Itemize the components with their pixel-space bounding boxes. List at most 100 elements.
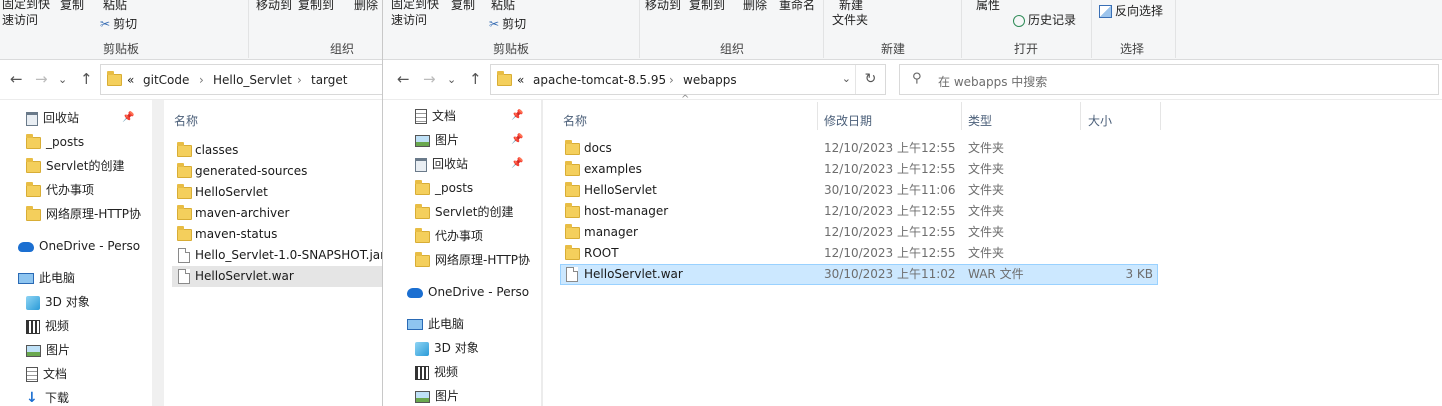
rename-button[interactable]: 重命名 <box>779 0 815 13</box>
list-item[interactable]: classes <box>172 140 384 161</box>
pin-quick-access-button[interactable]: 固定到快 速访问 <box>391 0 439 28</box>
column-divider[interactable] <box>1160 102 1161 130</box>
refresh-icon[interactable]: ↻ <box>855 65 885 94</box>
copy-button[interactable]: 复制 <box>451 0 475 13</box>
nav-item-recycle-bin[interactable]: 回收站 <box>26 108 79 128</box>
column-divider[interactable] <box>1080 102 1081 130</box>
breadcrumb-separator[interactable]: › <box>669 73 674 87</box>
pin-quick-access-button[interactable]: 固定到快 速访问 <box>2 0 50 28</box>
list-item[interactable]: maven-status <box>172 224 384 245</box>
nav-item-recycle-bin[interactable]: 回收站 <box>415 154 468 174</box>
organize-group-label: 组织 <box>720 42 745 56</box>
invert-selection-button[interactable]: 反向选择 <box>1099 2 1163 19</box>
nav-item-http[interactable]: 网络原理-HTTP协 <box>26 204 141 224</box>
cut-button[interactable]: ✂ 剪切 <box>489 15 526 32</box>
list-item[interactable]: HelloServlet.war <box>172 266 384 287</box>
breadcrumb-hello-servlet[interactable]: Hello_Servlet <box>213 73 292 87</box>
table-row[interactable]: manager 12/10/2023 上午12:55 文件夹 <box>560 222 1158 243</box>
address-bar[interactable]: « apache-tomcat-8.5.95 › webapps ⌄ ↻ <box>490 64 886 95</box>
nav-item-todo[interactable]: 代办事项 <box>26 180 94 200</box>
nav-item-videos[interactable]: 视频 <box>26 316 69 336</box>
scissors-icon: ✂ <box>100 17 111 31</box>
table-row-selected[interactable]: HelloServlet.war 30/10/2023 上午11:02 WAR 文件… <box>560 264 1158 285</box>
move-to-button[interactable]: 移动到 <box>645 0 681 13</box>
nav-item-pictures[interactable]: 图片 <box>415 386 459 406</box>
copy-button[interactable]: 复制 <box>60 0 84 13</box>
table-row[interactable]: host-manager 12/10/2023 上午12:55 文件夹 <box>560 201 1158 222</box>
column-header-type[interactable]: 类型 <box>968 112 992 129</box>
nav-scrollbar[interactable] <box>152 100 164 406</box>
nav-item-posts[interactable]: _posts <box>26 132 84 152</box>
up-arrow-icon[interactable]: ↑ <box>469 70 482 88</box>
search-box[interactable]: ⚲ 在 webapps 中搜索 <box>899 64 1439 95</box>
list-item[interactable]: Hello_Servlet-1.0-SNAPSHOT.jar <box>172 245 384 266</box>
nav-item-pictures[interactable]: 图片 <box>415 130 459 150</box>
pin-icon[interactable]: 📌 <box>122 112 134 123</box>
list-item[interactable]: generated-sources <box>172 161 384 182</box>
table-row[interactable]: examples 12/10/2023 上午12:55 文件夹 <box>560 159 1158 180</box>
nav-item-posts[interactable]: _posts <box>415 178 473 198</box>
breadcrumb-separator[interactable]: › <box>297 73 302 87</box>
pin-icon[interactable]: 📌 <box>511 158 523 169</box>
pictures-icon <box>26 344 41 357</box>
list-item[interactable]: maven-archiver <box>172 203 384 224</box>
copy-to-button[interactable]: 复制到 <box>298 0 334 13</box>
new-folder-button[interactable]: 文件夹 <box>832 11 868 28</box>
select-group-label: 选择 <box>1120 42 1145 56</box>
back-arrow-icon[interactable]: ← <box>397 70 410 88</box>
nav-item-this-pc[interactable]: 此电脑 <box>18 268 75 288</box>
breadcrumb-gitcode[interactable]: gitCode <box>143 73 189 87</box>
nav-item-label: 网络原理-HTTP协 <box>46 207 142 221</box>
column-header-name[interactable]: 名称 <box>563 112 587 129</box>
column-header-modified[interactable]: 修改日期 <box>824 112 872 129</box>
chevron-down-icon[interactable]: ⌄ <box>842 72 851 85</box>
table-row[interactable]: docs 12/10/2023 上午12:55 文件夹 <box>560 138 1158 159</box>
column-header-size[interactable]: 大小 <box>1088 112 1112 129</box>
breadcrumb-webapps[interactable]: webapps <box>683 73 737 87</box>
nav-item-documents[interactable]: 文档 <box>415 106 456 126</box>
breadcrumb-tomcat[interactable]: apache-tomcat-8.5.95 <box>533 73 666 87</box>
cut-button[interactable]: ✂ 剪切 <box>100 15 137 32</box>
breadcrumb-overflow[interactable]: « <box>127 73 134 87</box>
nav-item-3d-objects[interactable]: 3D 对象 <box>415 338 479 358</box>
history-button[interactable]: 历史记录 <box>1013 11 1076 28</box>
nav-item-http[interactable]: 网络原理-HTTP协 <box>415 250 530 270</box>
nav-item-downloads[interactable]: ↓ 下载 <box>26 388 69 406</box>
table-row[interactable]: HelloServlet 30/10/2023 上午11:06 文件夹 <box>560 180 1158 201</box>
file-modified: 12/10/2023 上午12:55 <box>824 162 956 176</box>
nav-item-this-pc[interactable]: 此电脑 <box>407 314 464 334</box>
nav-item-onedrive[interactable]: OneDrive - Perso <box>18 236 140 256</box>
column-divider[interactable] <box>817 102 818 130</box>
nav-item-servlet[interactable]: Servlet的创建 <box>26 156 124 176</box>
chevron-down-icon[interactable]: ⌄ <box>447 73 456 86</box>
breadcrumb-separator[interactable]: › <box>199 73 204 87</box>
nav-item-documents[interactable]: 文档 <box>26 364 67 384</box>
delete-button[interactable]: 删除 <box>354 0 378 13</box>
table-row[interactable]: ROOT 12/10/2023 上午12:55 文件夹 <box>560 243 1158 264</box>
properties-button[interactable]: 属性 <box>976 0 1000 13</box>
address-bar[interactable]: « gitCode › Hello_Servlet › target <box>100 64 384 95</box>
pin-icon[interactable]: 📌 <box>511 134 523 145</box>
move-to-button[interactable]: 移动到 <box>256 0 292 13</box>
copy-to-button[interactable]: 复制到 <box>689 0 725 13</box>
pin-icon[interactable]: 📌 <box>511 110 523 121</box>
list-item[interactable]: HelloServlet <box>172 182 384 203</box>
column-divider[interactable] <box>961 102 962 130</box>
column-header-name[interactable]: 名称 <box>174 112 198 129</box>
up-arrow-icon[interactable]: ↑ <box>80 70 93 88</box>
forward-arrow-icon[interactable]: → <box>35 70 48 88</box>
chevron-down-icon[interactable]: ⌄ <box>58 73 67 86</box>
breadcrumb-target[interactable]: target <box>311 73 348 87</box>
paste-button[interactable]: 粘贴 <box>103 0 127 13</box>
nav-item-3d-objects[interactable]: 3D 对象 <box>26 292 90 312</box>
nav-item-servlet[interactable]: Servlet的创建 <box>415 202 513 222</box>
nav-item-videos[interactable]: 视频 <box>415 362 458 382</box>
nav-item-pictures[interactable]: 图片 <box>26 340 70 360</box>
back-arrow-icon[interactable]: ← <box>10 70 23 88</box>
delete-button[interactable]: 删除 <box>743 0 767 13</box>
nav-item-onedrive[interactable]: OneDrive - Perso <box>407 282 529 302</box>
nav-item-todo[interactable]: 代办事项 <box>415 226 483 246</box>
forward-arrow-icon[interactable]: → <box>423 70 436 88</box>
breadcrumb-overflow[interactable]: « <box>517 73 524 87</box>
paste-button[interactable]: 粘贴 <box>491 0 515 13</box>
